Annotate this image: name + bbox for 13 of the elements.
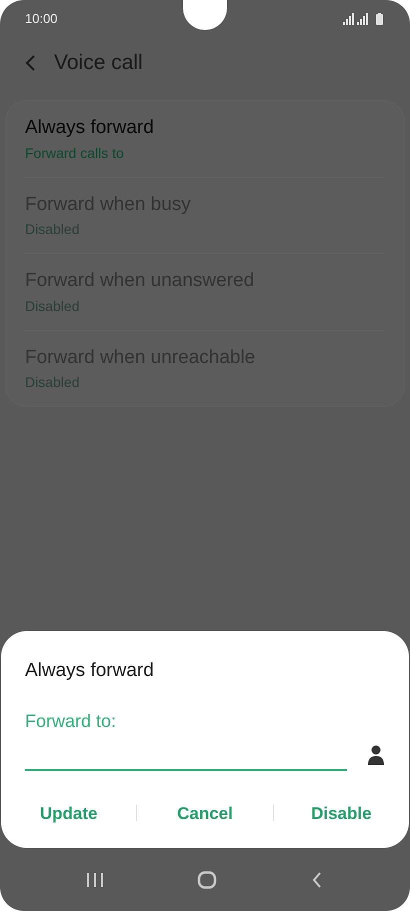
- item-title[interactable]: Always forward: [25, 114, 385, 142]
- item-summary: Forward calls to: [25, 144, 125, 162]
- status-icons: [343, 13, 385, 25]
- status-time: 10:00: [25, 10, 58, 28]
- dialog-button[interactable]: Update: [1, 796, 136, 830]
- recents-icon[interactable]: [86, 872, 104, 888]
- contact-icon[interactable]: [367, 744, 385, 764]
- field-label: Forward to:: [25, 710, 118, 732]
- page-title: Voice call: [54, 50, 143, 76]
- dialog-title: Always forward: [25, 659, 155, 683]
- dialog-button[interactable]: Disable: [274, 796, 409, 830]
- home-icon[interactable]: [196, 870, 217, 888]
- dialog-button[interactable]: Cancel: [137, 796, 273, 830]
